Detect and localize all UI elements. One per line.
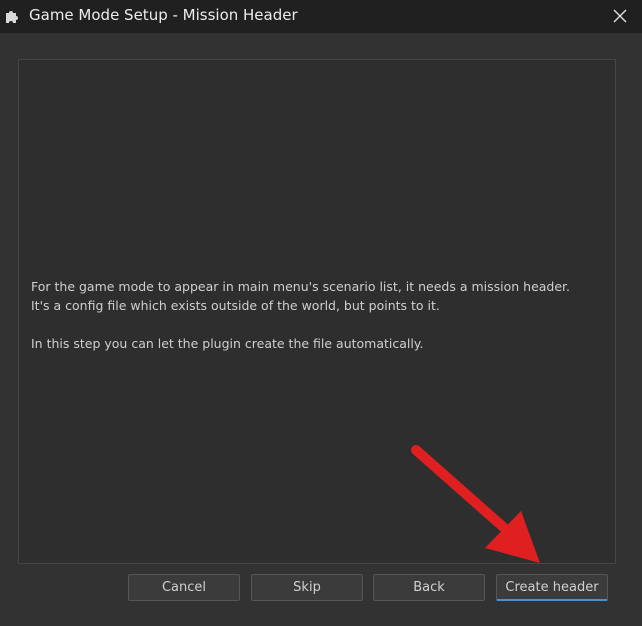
description-line-2: It's a config file which exists outside … bbox=[31, 298, 440, 313]
create-header-button[interactable]: Create header bbox=[496, 574, 608, 601]
skip-button[interactable]: Skip bbox=[251, 574, 363, 601]
description-line-1: For the game mode to appear in main menu… bbox=[31, 279, 571, 294]
window-title: Game Mode Setup - Mission Header bbox=[29, 6, 298, 24]
description-line-3: In this step you can let the plugin crea… bbox=[31, 336, 424, 351]
title-bar: Game Mode Setup - Mission Header bbox=[0, 0, 642, 33]
close-icon bbox=[613, 9, 627, 23]
game-mode-setup-window: Game Mode Setup - Mission Header For the… bbox=[0, 0, 642, 626]
puzzle-icon bbox=[4, 7, 22, 25]
close-button[interactable] bbox=[598, 0, 642, 33]
back-button[interactable]: Back bbox=[373, 574, 485, 601]
content-panel: For the game mode to appear in main menu… bbox=[18, 59, 616, 564]
cancel-button[interactable]: Cancel bbox=[128, 574, 240, 601]
